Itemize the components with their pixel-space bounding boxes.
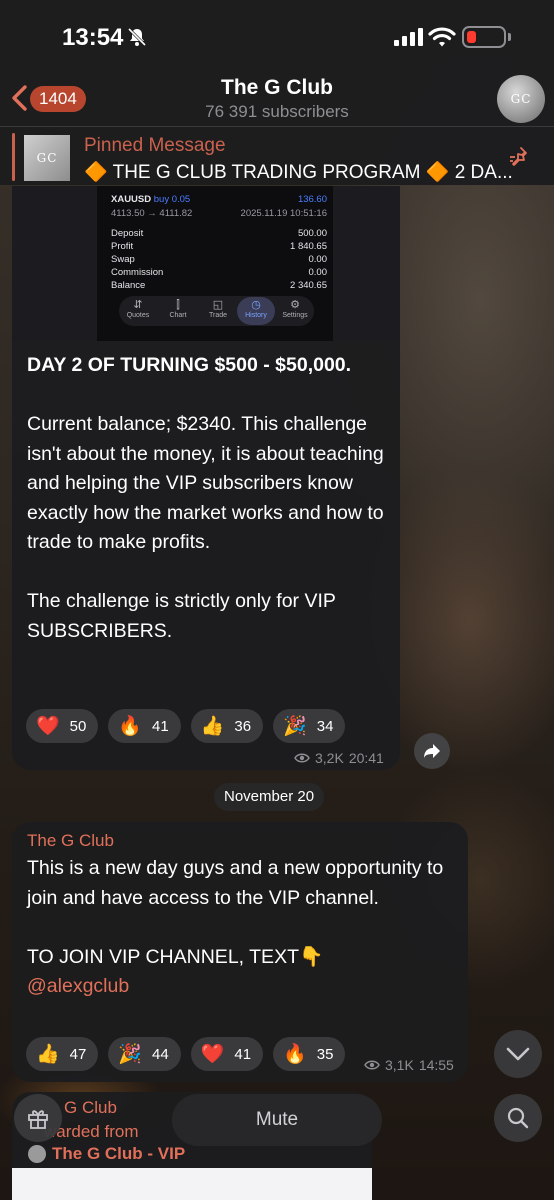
ss-datetime: 2025.11.19 10:51:16: [240, 208, 327, 219]
reaction-party[interactable]: 🎉 34: [273, 709, 346, 743]
message-text: This is a new day guys and a new opportu…: [27, 854, 457, 1002]
settings-icon: ⚙: [290, 299, 300, 311]
message-sender[interactable]: G Club: [64, 1098, 117, 1118]
message-time: 20:41: [348, 750, 384, 766]
message-body: Current balance; $2340. This challenge i…: [27, 413, 390, 553]
message-meta: 3,1K 14:55: [364, 1057, 454, 1073]
username-link[interactable]: @alexgclub: [27, 975, 129, 997]
wifi-icon: [428, 27, 456, 47]
share-arrow-icon: [424, 744, 440, 758]
subscriber-count: 76 391 subscribers: [205, 102, 349, 121]
reaction-thumbs-up[interactable]: 👍 36: [190, 709, 264, 743]
pinned-logo-text: GC: [36, 151, 58, 165]
fire-emoji-icon: 🔥: [118, 716, 143, 737]
chat-title[interactable]: The G Club: [0, 76, 554, 100]
avatar-logo-text: GC: [510, 92, 532, 106]
message-meta: 3,2K 20:41: [294, 750, 384, 766]
ss-row-label: Swap: [111, 254, 135, 265]
chevron-down-icon: [506, 1047, 530, 1061]
gift-button[interactable]: [14, 1094, 62, 1142]
message-time: 14:55: [418, 1057, 454, 1073]
search-icon: [507, 1107, 529, 1129]
message-sender[interactable]: The G Club: [27, 831, 114, 851]
ss-row-label: Deposit: [111, 228, 144, 239]
ss-tab-settings: ⚙ Settings: [276, 298, 314, 319]
ss-profit-head: 136.60: [297, 194, 327, 205]
view-count: 3,2K: [315, 750, 344, 766]
ss-row-value: 2 340.65: [290, 280, 327, 291]
pinned-thumbnail: GC: [24, 135, 70, 181]
ss-row-label: Balance: [111, 280, 146, 291]
ss-tab-trade: ◱ Trade: [199, 298, 237, 319]
party-emoji-icon: 🎉: [283, 716, 307, 737]
ss-price-range: 4113.50 → 4111.82: [111, 208, 193, 219]
reactions-row: 👍 47 🎉 44 ❤️ 41 🔥 35: [26, 1037, 346, 1071]
channel-avatar[interactable]: GC: [497, 75, 545, 123]
mute-button[interactable]: Mute: [172, 1094, 382, 1146]
heart-emoji-icon: ❤️: [200, 1044, 225, 1065]
view-count: 3,1K: [385, 1057, 414, 1073]
ss-row-label: Commission: [111, 267, 164, 278]
history-icon: ◷: [251, 299, 261, 311]
pinned-label: Pinned Message: [84, 135, 226, 156]
ss-row-label: Profit: [111, 241, 134, 252]
chart-icon: ⫿: [176, 299, 180, 311]
party-emoji-icon: 🎉: [118, 1044, 143, 1065]
trade-screenshot-image[interactable]: XAUUSD buy 0.05 136.60 4113.50 → 4111.82…: [12, 186, 400, 341]
reaction-heart[interactable]: ❤️ 50: [26, 709, 99, 743]
scroll-down-button[interactable]: [494, 1030, 542, 1078]
trade-icon: ◱: [212, 299, 224, 311]
gift-icon: [28, 1110, 48, 1129]
ss-row-value: 500.00: [297, 228, 327, 239]
ss-symbol: XAUUSD: [111, 194, 152, 205]
share-button[interactable]: [414, 733, 450, 769]
ss-row-value: 0.00: [308, 254, 328, 265]
forwarded-image[interactable]: [12, 1168, 372, 1200]
ss-row-value: 1 840.65: [290, 241, 327, 252]
quotes-icon: ⇵: [133, 299, 143, 311]
heart-emoji-icon: ❤️: [36, 716, 60, 737]
ss-row-value: 0.00: [308, 267, 328, 278]
battery-icon: [462, 26, 506, 48]
ss-side: buy 0.05: [153, 194, 191, 205]
signal-icon: [394, 28, 423, 46]
eye-icon: [294, 753, 310, 763]
pin-list-icon[interactable]: [508, 145, 534, 171]
date-separator: November 20: [214, 783, 325, 811]
message-title: DAY 2 OF TURNING $500 - $50,000.: [27, 354, 352, 376]
reaction-fire[interactable]: 🔥 35: [273, 1037, 346, 1071]
fire-emoji-icon: 🔥: [283, 1044, 307, 1065]
eye-icon: [364, 1060, 380, 1070]
reaction-heart[interactable]: ❤️ 41: [190, 1037, 264, 1071]
search-button[interactable]: [494, 1094, 542, 1142]
thumbs-up-emoji-icon: 👍: [36, 1044, 60, 1065]
ss-tab-history: ◷ History: [237, 298, 275, 319]
reaction-thumbs-up[interactable]: 👍 47: [26, 1037, 99, 1071]
message-text: DAY 2 OF TURNING $500 - $50,000. Current…: [27, 351, 392, 646]
forwarded-avatar: [28, 1145, 46, 1163]
message-body: TO JOIN VIP CHANNEL, TEXT👇: [27, 945, 324, 968]
pinned-message-bar[interactable]: GC Pinned Message 🔶 THE G CLUB TRADING P…: [0, 126, 554, 186]
ss-tab-quotes: ⇵ Quotes: [119, 298, 157, 319]
reaction-party[interactable]: 🎉 44: [108, 1037, 181, 1071]
pinned-indicator: [12, 133, 15, 181]
message-body: The challenge is strictly only for VIP S…: [27, 590, 341, 642]
pinned-text: 🔶 THE G CLUB TRADING PROGRAM 🔶 2 DA...: [84, 162, 513, 183]
bell-off-icon: [127, 27, 147, 47]
ss-tab-chart: ⫿ Chart: [159, 298, 197, 319]
reactions-row: ❤️ 50 🔥 41 👍 36 🎉 34: [26, 709, 346, 743]
status-time: 13:54: [62, 24, 124, 51]
message-body: This is a new day guys and a new opportu…: [27, 857, 449, 909]
forwarded-source[interactable]: The G Club - VIP: [52, 1144, 185, 1164]
reaction-fire[interactable]: 🔥 41: [108, 709, 181, 743]
battery-tip: [508, 33, 511, 41]
thumbs-up-emoji-icon: 👍: [200, 716, 225, 737]
